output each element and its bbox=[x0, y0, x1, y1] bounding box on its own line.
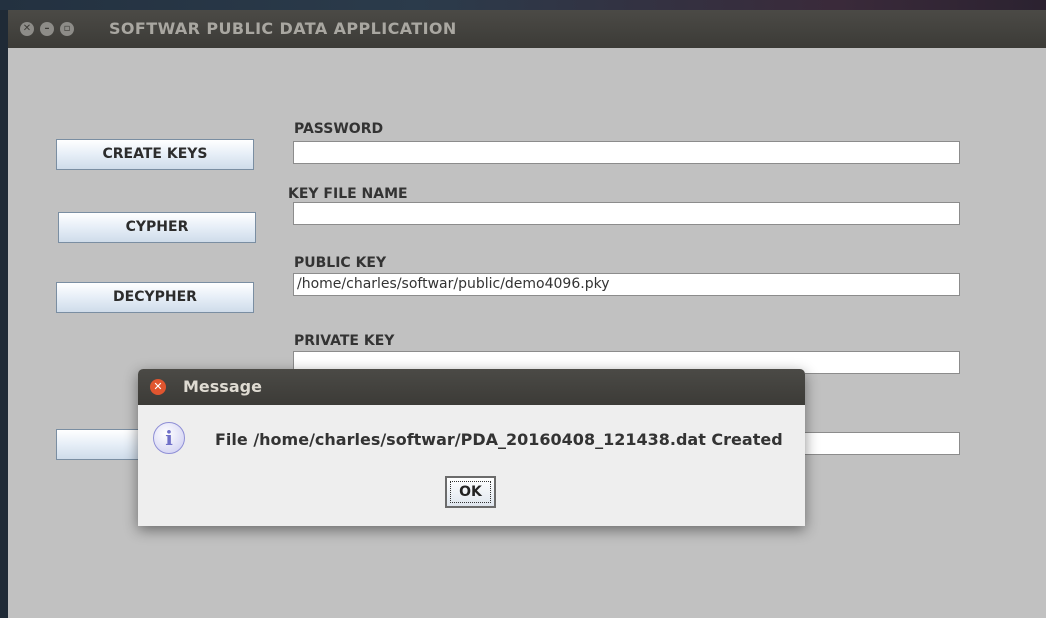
ok-button[interactable]: OK bbox=[445, 476, 496, 508]
password-label: PASSWORD bbox=[294, 121, 384, 137]
window-close-button[interactable]: ✕ bbox=[20, 22, 34, 36]
public-key-label: PUBLIC KEY bbox=[294, 255, 387, 271]
window-titlebar[interactable]: ✕ – ▫ SOFTWAR PUBLIC DATA APPLICATION bbox=[8, 10, 1046, 48]
dialog-message: File /home/charles/softwar/PDA_20160408_… bbox=[215, 430, 783, 449]
window-maximize-button[interactable]: ▫ bbox=[60, 22, 74, 36]
key-file-name-field[interactable] bbox=[293, 202, 960, 225]
window-minimize-button[interactable]: – bbox=[40, 22, 54, 36]
dialog-close-button[interactable]: ✕ bbox=[150, 379, 166, 395]
password-field[interactable] bbox=[293, 141, 960, 164]
dialog-title: Message bbox=[183, 377, 262, 396]
window-title: SOFTWAR PUBLIC DATA APPLICATION bbox=[109, 19, 457, 38]
key-file-name-label: KEY FILE NAME bbox=[288, 186, 408, 202]
main-window: ✕ – ▫ SOFTWAR PUBLIC DATA APPLICATION CR… bbox=[8, 10, 1046, 618]
message-dialog: ✕ Message i File /home/charles/softwar/P… bbox=[138, 369, 805, 526]
desktop-background bbox=[0, 0, 1046, 10]
private-key-label: PRIVATE KEY bbox=[294, 333, 395, 349]
info-icon: i bbox=[153, 422, 185, 454]
cypher-button[interactable]: CYPHER bbox=[58, 212, 256, 243]
public-key-field[interactable]: /home/charles/softwar/public/demo4096.pk… bbox=[293, 273, 960, 296]
create-keys-button[interactable]: CREATE KEYS bbox=[56, 139, 254, 170]
dialog-titlebar[interactable]: ✕ Message bbox=[138, 369, 805, 405]
decypher-button[interactable]: DECYPHER bbox=[56, 282, 254, 313]
